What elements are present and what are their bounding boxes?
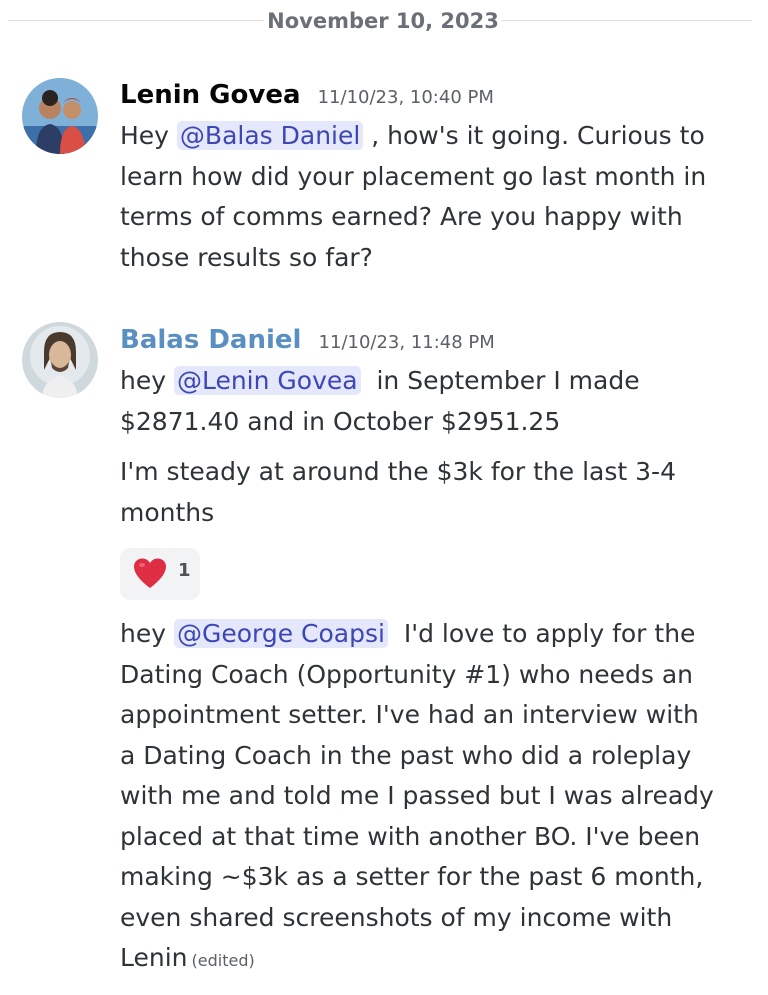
edited-label: (edited) bbox=[191, 951, 255, 970]
mention-balas-daniel[interactable]: @Balas Daniel bbox=[176, 121, 364, 150]
message-line: a Dating Coach in the past who did a rol… bbox=[120, 740, 692, 770]
message-text: hey bbox=[120, 619, 174, 648]
avatar-balas[interactable] bbox=[22, 322, 98, 398]
message-line: making ~$3k as a setter for the past 6 m… bbox=[120, 862, 704, 891]
message-line: I'm steady at around the $3k for the las… bbox=[120, 457, 676, 486]
message-line: those results so far? bbox=[120, 242, 373, 272]
date-divider-label: November 10, 2023 bbox=[267, 9, 499, 33]
message-line: with me and told me I passed but I was a… bbox=[120, 781, 714, 810]
author-name[interactable]: Balas Daniel bbox=[120, 325, 301, 355]
author-name[interactable]: Lenin Govea bbox=[120, 80, 301, 110]
message-header-balas: Balas Daniel 11/10/23, 11:48 PM bbox=[120, 325, 495, 355]
avatar-lenin[interactable] bbox=[22, 78, 98, 154]
reaction-count: 1 bbox=[178, 560, 191, 581]
message-line: learn how did your placement go last mon… bbox=[120, 161, 707, 191]
date-divider: November 10, 2023 bbox=[0, 0, 768, 42]
heart-icon bbox=[134, 558, 166, 588]
message-text-lenin: Hey @Balas Daniel , how's it going. Curi… bbox=[120, 116, 750, 278]
message-text: in September I made bbox=[360, 366, 640, 395]
message-line: even shared screenshots of my income wit… bbox=[120, 902, 673, 932]
message-text: hey bbox=[120, 366, 174, 395]
message-text-balas-3: hey @George Coapsi I'd love to apply for… bbox=[120, 614, 750, 982]
message-line: $2871.40 and in October $2951.25 bbox=[120, 406, 561, 436]
timestamp[interactable]: 11/10/23, 10:40 PM bbox=[318, 87, 494, 108]
message-line: Lenin (edited) bbox=[120, 938, 750, 982]
message-text: , how's it going. Curious to bbox=[363, 121, 705, 150]
message-line: Hey @Balas Daniel , how's it going. Curi… bbox=[120, 116, 750, 157]
message-text: Lenin bbox=[120, 943, 188, 972]
message-text-balas-1: hey @Lenin Govea in September I made $28… bbox=[120, 361, 750, 442]
divider-line-left bbox=[8, 20, 264, 21]
message-line: placed at that time with another BO. I'v… bbox=[120, 821, 701, 851]
message-line: hey @Lenin Govea in September I made bbox=[120, 361, 750, 402]
message-text: I'd love to apply for the bbox=[387, 619, 696, 648]
message-text-balas-2: I'm steady at around the $3k for the las… bbox=[120, 452, 750, 533]
reaction-heart[interactable]: 1 bbox=[120, 548, 200, 600]
message-text: Hey bbox=[120, 121, 177, 150]
message-line: Dating Coach (Opportunity #1) who needs … bbox=[120, 659, 694, 689]
message-line: terms of comms earned? Are you happy wit… bbox=[120, 202, 683, 231]
divider-line-right bbox=[502, 20, 752, 21]
avatar-lenin-image bbox=[22, 78, 98, 154]
mention-lenin-govea[interactable]: @Lenin Govea bbox=[173, 366, 361, 395]
message-line: hey @George Coapsi I'd love to apply for… bbox=[120, 614, 750, 655]
timestamp[interactable]: 11/10/23, 11:48 PM bbox=[319, 332, 495, 353]
message-line: months bbox=[120, 497, 215, 527]
avatar-balas-image bbox=[22, 322, 98, 398]
mention-george-coapsi[interactable]: @George Coapsi bbox=[173, 619, 388, 648]
message-line: appointment setter. I've had an intervie… bbox=[120, 700, 699, 729]
message-header-lenin: Lenin Govea 11/10/23, 10:40 PM bbox=[120, 80, 494, 110]
